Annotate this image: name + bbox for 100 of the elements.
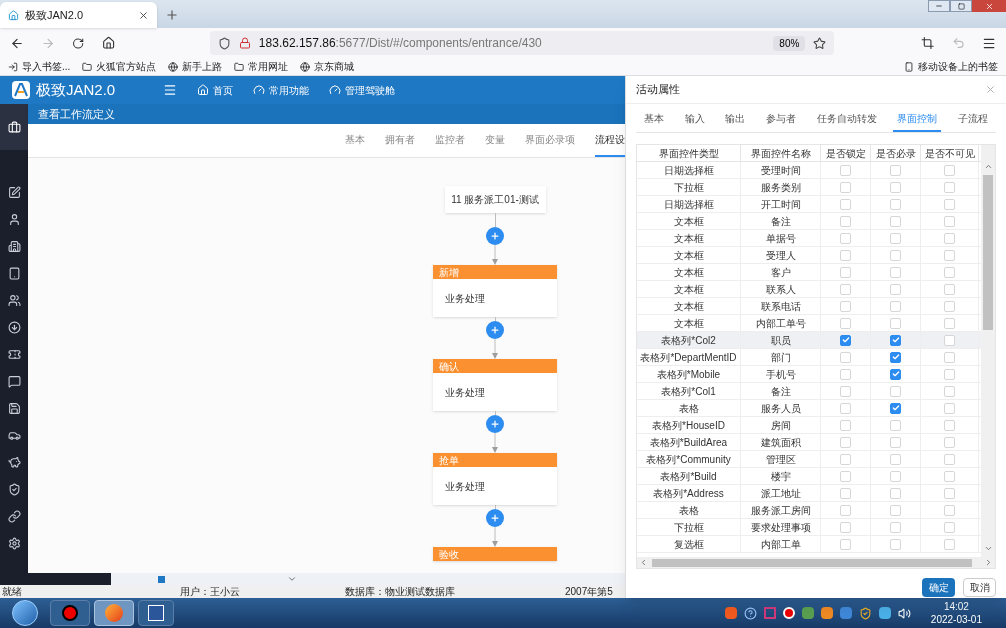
shield-icon[interactable] <box>7 483 21 496</box>
table-cell: 服务类别 <box>741 179 821 195</box>
maximize-button[interactable] <box>950 0 972 12</box>
scroll-down-icon[interactable] <box>983 544 993 553</box>
help-icon[interactable] <box>743 606 757 620</box>
vertical-scrollbar[interactable] <box>981 145 995 557</box>
bookmark-link[interactable]: 京东商城 <box>300 59 355 74</box>
minimize-button[interactable] <box>928 0 950 12</box>
download-icon[interactable] <box>7 321 21 334</box>
step-node[interactable]: 确认 业务处理 <box>433 359 557 411</box>
close-icon <box>984 1 994 11</box>
nav-link[interactable]: 管理驾驶舱 <box>329 82 396 98</box>
crop-icon[interactable] <box>921 36 935 50</box>
horizontal-scrollbar[interactable] <box>637 557 995 568</box>
close-icon[interactable] <box>138 9 149 21</box>
settings-icon[interactable] <box>7 537 21 550</box>
step-node[interactable]: 新增 业务处理 <box>433 265 557 317</box>
link-icon[interactable] <box>7 510 21 523</box>
scroll-right-icon[interactable] <box>984 558 993 567</box>
new-tab-icon[interactable] <box>165 8 179 22</box>
table-row[interactable]: 表格列*Col2 职员 <box>637 332 981 349</box>
taskbar-app-icon[interactable] <box>138 600 174 626</box>
panel-tab[interactable]: 任务自动转发 <box>812 111 881 132</box>
checkbox[interactable] <box>890 351 901 363</box>
dialog-tab[interactable]: 拥有者 <box>385 124 415 157</box>
minimize-icon <box>935 2 943 10</box>
scroll-up-icon[interactable] <box>983 162 993 171</box>
star-icon[interactable] <box>813 36 827 50</box>
dropdown-icon[interactable] <box>287 574 297 584</box>
bookmark-link[interactable]: 移动设备上的书签 <box>904 59 998 74</box>
cancel-button[interactable]: 取消 <box>963 578 996 597</box>
tablet-icon[interactable] <box>7 267 21 280</box>
dialog-tab[interactable]: 基本 <box>345 124 365 157</box>
panel-tab[interactable]: 子流程 <box>953 111 992 132</box>
clock[interactable]: 14:02 2022-03-01 <box>930 600 982 626</box>
panel-tab[interactable]: 参与者 <box>761 111 800 132</box>
taskbar-app-icon[interactable] <box>50 600 90 626</box>
piggy-bank-icon[interactable] <box>7 456 21 469</box>
table-cell: 复选框 <box>637 536 741 552</box>
start-button[interactable] <box>12 600 38 626</box>
save-icon[interactable] <box>7 402 21 415</box>
lock-icon[interactable] <box>238 37 251 49</box>
record-icon[interactable] <box>782 607 795 619</box>
table-cell: 文本框 <box>637 298 741 314</box>
address-bar[interactable]: 183.62.157.86:5677/Dist/#/components/entrance/430 80% <box>209 31 835 55</box>
tray-icon[interactable] <box>763 607 776 619</box>
table-cell: 文本框 <box>637 213 741 229</box>
users-icon[interactable] <box>7 294 21 307</box>
add-step-button[interactable] <box>486 321 504 339</box>
tray-icon[interactable] <box>820 607 833 619</box>
reload-icon[interactable] <box>72 36 85 50</box>
bookmark-link[interactable]: 导入书签... <box>8 59 71 74</box>
browser-tab[interactable]: 极致JAN2.0 <box>0 2 157 28</box>
add-step-button[interactable] <box>486 227 504 245</box>
nav-link[interactable]: 首页 <box>197 82 234 98</box>
checkbox[interactable] <box>840 334 851 346</box>
add-step-button[interactable] <box>486 509 504 527</box>
shield-icon[interactable] <box>858 606 872 620</box>
bookmark-link[interactable]: 新手上路 <box>168 59 223 74</box>
ticket-icon[interactable] <box>7 348 21 361</box>
step-node[interactable]: 抢单 业务处理 <box>433 453 557 505</box>
home-icon <box>197 84 210 96</box>
table-row[interactable]: 表格列*Mobile 手机号 <box>637 366 981 383</box>
dialog-tab[interactable]: 界面必录项 <box>525 124 575 157</box>
edit-icon[interactable] <box>7 186 21 199</box>
add-step-button[interactable] <box>486 415 504 433</box>
checkbox[interactable] <box>890 402 901 414</box>
table-row[interactable]: 表格 服务人员 <box>637 400 981 417</box>
confirm-button[interactable]: 确定 <box>922 578 955 597</box>
panel-tab[interactable]: 界面控制 <box>893 111 942 132</box>
zoom-level[interactable]: 80% <box>773 35 806 51</box>
scroll-left-icon[interactable] <box>639 558 648 567</box>
panel-tab[interactable]: 输出 <box>721 111 750 132</box>
dialog-tab[interactable]: 监控者 <box>435 124 465 157</box>
checkbox[interactable] <box>890 334 901 346</box>
shield-icon[interactable] <box>217 36 231 50</box>
car-icon[interactable] <box>7 429 21 442</box>
chat-icon[interactable] <box>7 375 21 388</box>
volume-icon[interactable] <box>897 606 911 620</box>
tray-icon[interactable] <box>878 607 891 619</box>
tray-icon[interactable] <box>801 607 814 619</box>
briefcase-icon[interactable] <box>7 120 21 134</box>
dialog-tab[interactable]: 变量 <box>485 124 505 157</box>
tray-icon[interactable] <box>724 607 737 619</box>
table-row[interactable]: 表格列*DepartMentID 部门 <box>637 349 981 366</box>
user-icon[interactable] <box>7 213 21 226</box>
building-icon[interactable] <box>7 240 21 253</box>
home-icon[interactable] <box>101 36 115 50</box>
checkbox[interactable] <box>890 368 901 380</box>
undo-icon[interactable] <box>951 36 965 50</box>
bookmark-link[interactable]: 火狐官方站点 <box>82 59 157 74</box>
table-cell: 表格列*Community <box>637 451 741 467</box>
close-window-button[interactable] <box>972 0 1006 12</box>
panel-tab[interactable]: 基本 <box>640 111 668 132</box>
start-node[interactable]: 11 服务派工01-测试 <box>444 186 546 213</box>
panel-tab[interactable]: 输入 <box>680 111 709 132</box>
nav-link[interactable]: 常用功能 <box>253 82 310 98</box>
tray-icon[interactable] <box>839 607 852 619</box>
bookmark-link[interactable]: 常用网址 <box>234 59 289 74</box>
table-cell: 建筑面积 <box>741 434 821 450</box>
